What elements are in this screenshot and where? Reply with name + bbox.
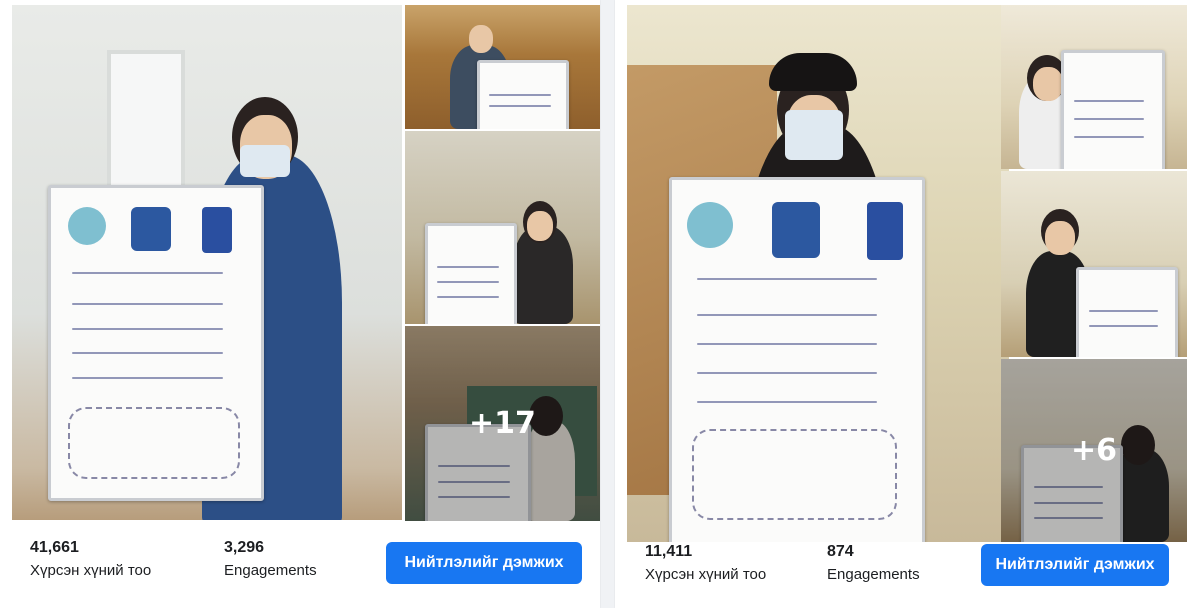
post-stats: 11,411 Хүрсэн хүний тоо 874 Engagements …: [615, 543, 1187, 608]
reach-value: 11,411: [645, 543, 693, 560]
reach-label: Хүрсэн хүний тоо: [30, 562, 152, 579]
engagements-label: Engagements: [224, 562, 317, 579]
thumbnail-photo-more[interactable]: +6: [1001, 359, 1187, 542]
main-photo[interactable]: [627, 5, 1009, 542]
boost-post-button[interactable]: Нийтлэлийг дэмжих: [981, 544, 1169, 586]
reach-label: Хүрсэн хүний тоо: [645, 566, 767, 583]
reach-value: 41,661: [30, 539, 79, 556]
main-photo[interactable]: [12, 5, 402, 520]
post-stats: 41,661 Хүрсэн хүний тоо 3,296 Engagement…: [0, 522, 600, 608]
thumbnail-photo-more[interactable]: +17: [405, 326, 600, 521]
more-photos-count[interactable]: +6: [1001, 359, 1187, 542]
thumbnail-photo[interactable]: [1001, 171, 1187, 357]
engagements-value: 874: [827, 543, 854, 560]
thumbnail-photo[interactable]: [405, 5, 600, 129]
post-card-2: +6 11,411 Хүрсэн хүний тоо 874 Engagemen…: [615, 0, 1187, 608]
engagements-value: 3,296: [224, 539, 265, 556]
engagements-label: Engagements: [827, 566, 920, 583]
thumbnail-photo[interactable]: [1001, 5, 1187, 169]
boost-post-button[interactable]: Нийтлэлийг дэмжих: [386, 542, 582, 584]
post-card-1: +17 41,661 Хүрсэн хүний тоо 3,296 Engage…: [0, 0, 600, 608]
more-photos-count[interactable]: +17: [405, 326, 600, 521]
thumbnail-photo[interactable]: [405, 131, 600, 324]
